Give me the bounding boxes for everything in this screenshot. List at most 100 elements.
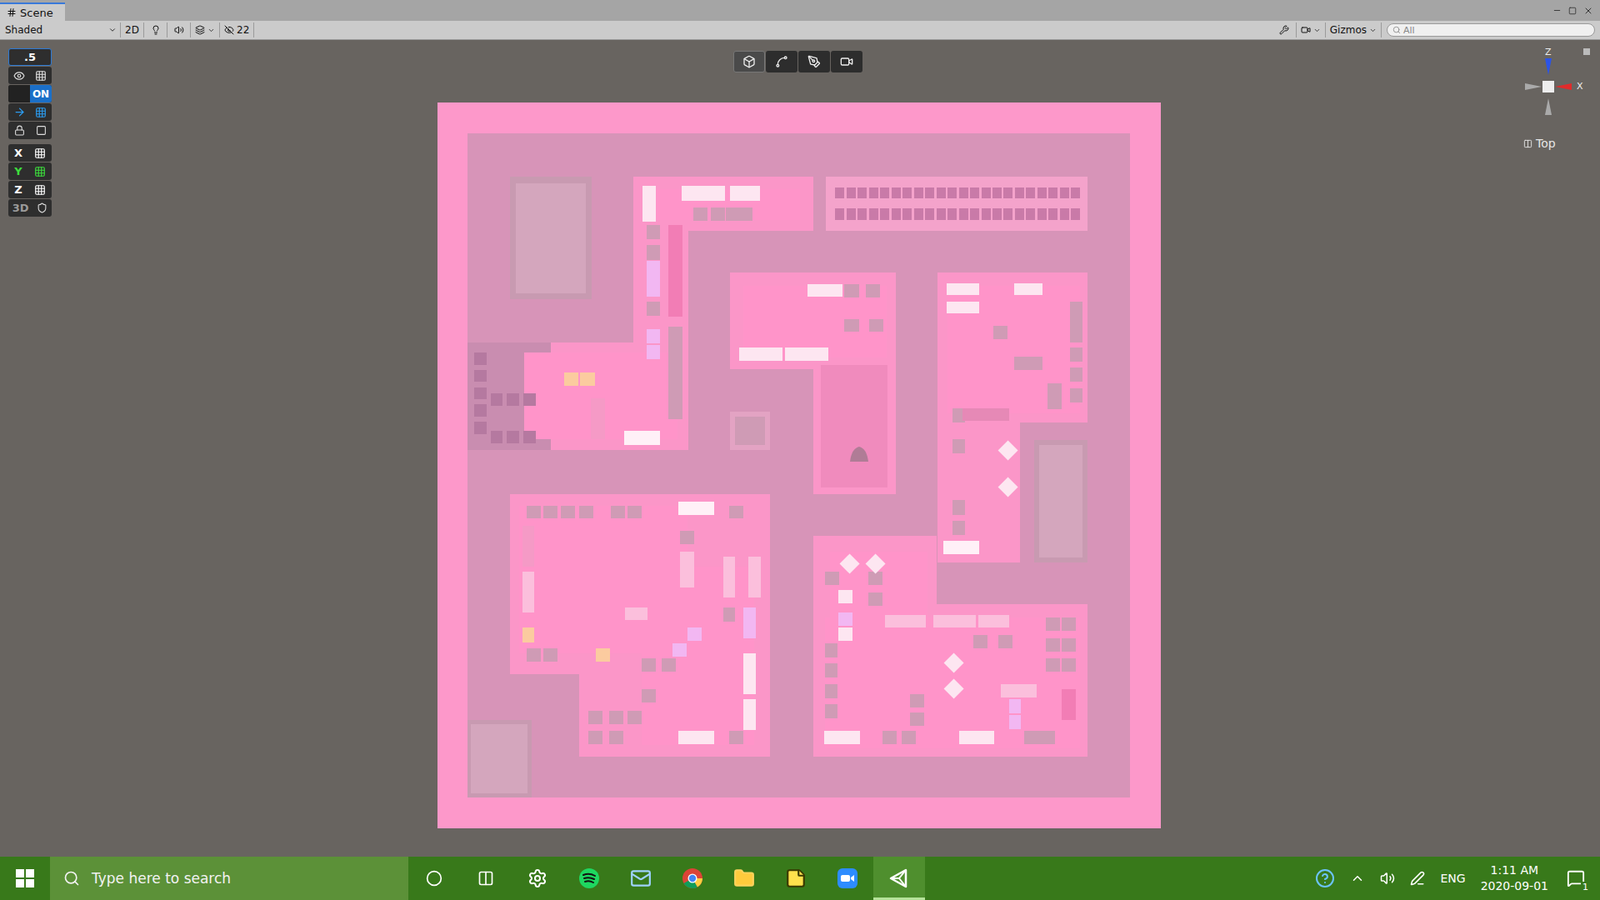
minimize-icon[interactable] xyxy=(1552,5,1562,15)
map-tile xyxy=(580,372,595,386)
map-tile xyxy=(857,187,867,199)
map-tile xyxy=(506,393,520,406)
scene-tool-strip xyxy=(733,50,863,73)
camera-icon xyxy=(1300,25,1311,35)
pen-icon[interactable] xyxy=(1410,870,1425,886)
eye-icon xyxy=(13,70,25,82)
gizmos-dropdown[interactable]: Gizmos xyxy=(1325,22,1382,38)
tools-button[interactable] xyxy=(1273,22,1297,38)
map-tile xyxy=(825,704,838,719)
map-tile xyxy=(943,540,980,555)
toggle-on-half: ON xyxy=(30,85,52,103)
map-tile xyxy=(490,430,504,444)
map-tile xyxy=(560,505,575,520)
notification-button[interactable]: 1 xyxy=(1563,865,1589,891)
grid-icon xyxy=(34,165,46,178)
axis-grid-button[interactable]: X xyxy=(8,144,52,162)
map-tile xyxy=(1037,187,1047,199)
view-label[interactable]: Top xyxy=(1523,136,1556,150)
map-tile xyxy=(678,730,715,745)
snap-value[interactable]: .5 xyxy=(8,48,52,66)
mail-app[interactable] xyxy=(615,856,667,900)
map-tile xyxy=(933,615,976,629)
scene-search[interactable]: All xyxy=(1386,23,1595,37)
map-tile xyxy=(952,439,965,454)
scene-view[interactable]: .5 ON XYZ3D ZXTop xyxy=(0,40,1600,857)
camera-dropdown[interactable] xyxy=(1296,22,1326,38)
level-map[interactable] xyxy=(437,102,1161,829)
maximize-icon[interactable] xyxy=(1568,6,1577,15)
map-tile xyxy=(526,648,541,662)
map-tile xyxy=(785,347,828,361)
settings-app[interactable] xyxy=(511,856,564,900)
map-tile xyxy=(1000,684,1037,698)
hidden-objects-toggle[interactable]: 22 xyxy=(220,22,255,38)
orientation-gizmo[interactable]: ZXTop xyxy=(1513,46,1594,155)
map-tile xyxy=(910,712,925,726)
zoom-app[interactable] xyxy=(821,856,874,900)
scene-tool-button[interactable] xyxy=(765,50,798,73)
map-tile xyxy=(474,404,487,417)
scene-overlay: .5 ON XYZ3D xyxy=(8,48,52,217)
sticky-notes-app[interactable] xyxy=(770,856,822,900)
map-tile xyxy=(1003,187,1013,199)
2d-toggle[interactable]: 2D xyxy=(120,22,145,38)
map-tile xyxy=(646,225,660,240)
scene-tab[interactable]: Scene xyxy=(0,2,65,21)
map-tile xyxy=(1061,689,1076,720)
effects-dropdown[interactable] xyxy=(190,22,220,38)
map-tile xyxy=(506,430,520,444)
map-tile xyxy=(869,319,884,333)
help-icon[interactable] xyxy=(1315,868,1335,889)
map-tile xyxy=(902,187,912,199)
grid-visibility-toggle[interactable] xyxy=(8,66,52,85)
shading-dropdown[interactable]: Shaded xyxy=(0,22,121,38)
cortana-button[interactable] xyxy=(408,856,460,900)
map-tile xyxy=(729,730,744,745)
taskbar-search[interactable]: Type here to search xyxy=(50,856,409,900)
map-tile xyxy=(807,284,843,297)
snap-toggle[interactable]: ON xyxy=(8,85,52,103)
axis-grid-button[interactable]: Y xyxy=(8,162,52,180)
chrome-app[interactable] xyxy=(666,856,719,900)
axis-grid-button[interactable]: Z xyxy=(8,180,52,199)
speaker-icon xyxy=(174,25,185,35)
map-tile xyxy=(609,730,624,745)
spotify-app[interactable] xyxy=(563,856,615,900)
search-icon xyxy=(63,870,80,887)
close-icon[interactable] xyxy=(1583,5,1594,16)
task-view-button[interactable] xyxy=(460,856,512,900)
move-grid-button[interactable] xyxy=(8,103,52,121)
volume-icon[interactable] xyxy=(1380,870,1395,886)
map-tile xyxy=(1037,208,1047,220)
map-tile xyxy=(1070,187,1080,199)
map-tile xyxy=(680,551,695,588)
scene-tool-button[interactable] xyxy=(733,50,765,73)
map-tile xyxy=(891,187,901,199)
lock-button[interactable] xyxy=(8,121,52,140)
scene-tool-button[interactable] xyxy=(798,50,830,73)
map-tile xyxy=(543,505,558,520)
dropdown-arrow-icon xyxy=(1313,26,1321,35)
map-tile xyxy=(743,653,756,695)
explorer-app[interactable] xyxy=(718,856,770,900)
map-tile xyxy=(743,607,756,639)
map-tile xyxy=(844,284,859,298)
map-tile xyxy=(936,208,946,220)
start-button[interactable] xyxy=(0,856,50,900)
map-tile xyxy=(735,416,765,445)
map-tile xyxy=(579,505,594,520)
cortana-icon xyxy=(425,870,443,887)
audio-toggle[interactable] xyxy=(167,22,191,38)
map-tile xyxy=(970,187,980,199)
language-indicator[interactable]: ENG xyxy=(1440,871,1465,885)
unity-app[interactable] xyxy=(873,856,925,900)
map-tile xyxy=(925,187,935,199)
grid-icon xyxy=(34,184,46,196)
scene-tool-button[interactable] xyxy=(830,50,863,73)
view-mode-button[interactable]: 3D xyxy=(8,199,52,217)
lighting-toggle[interactable] xyxy=(144,22,168,38)
clock[interactable]: 1:11 AM2020-09-01 xyxy=(1480,862,1549,895)
show-hidden-icon[interactable] xyxy=(1350,870,1365,886)
map-tile xyxy=(588,730,603,745)
